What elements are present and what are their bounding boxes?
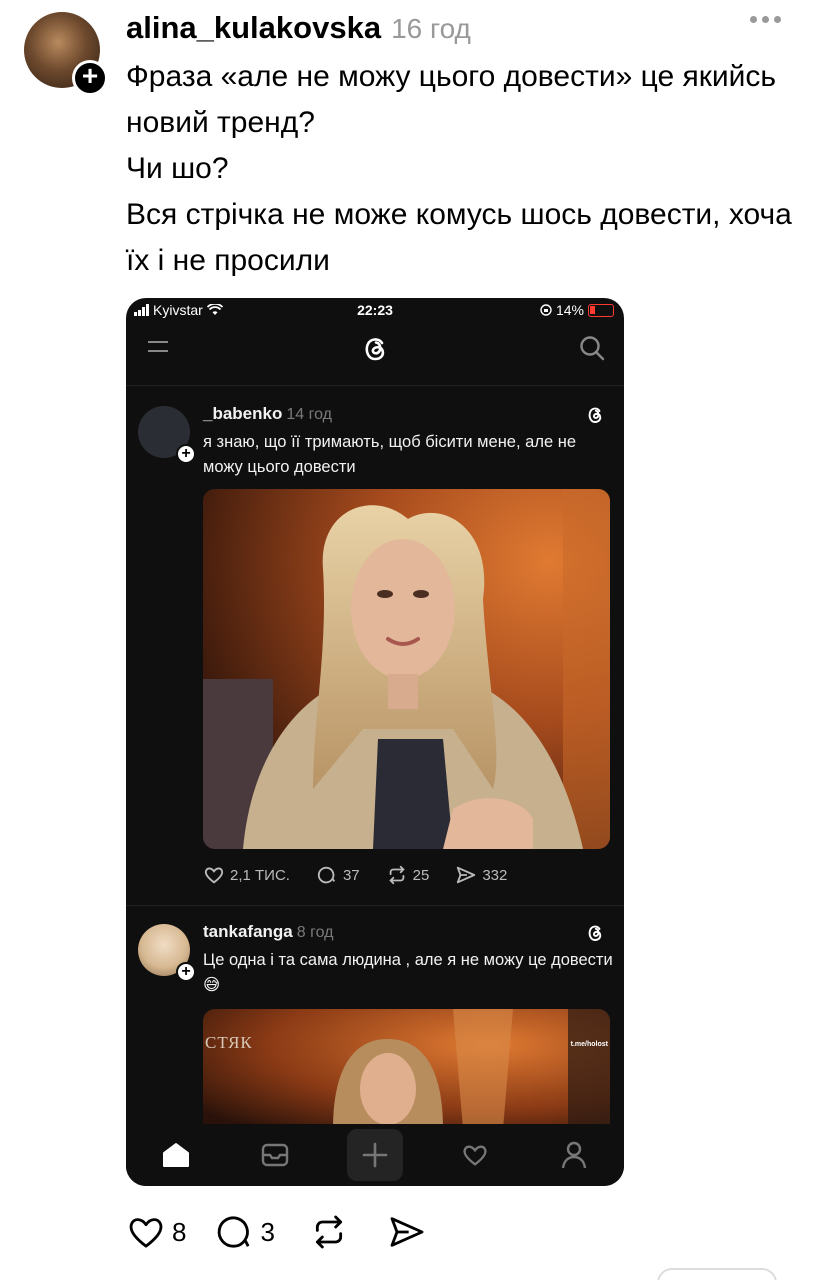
thread-item[interactable]: + _babenko 14 год я знаю, що її тримають,…	[126, 386, 624, 906]
thread-text: я знаю, що її тримають, щоб бісити мене,…	[203, 433, 576, 476]
plus-icon	[362, 1142, 388, 1168]
share-button[interactable]	[387, 1212, 427, 1252]
post-actions: 8 3	[126, 1212, 427, 1252]
repost-icon	[388, 865, 405, 885]
like-count: 8	[172, 1216, 187, 1247]
thread-text: Це одна і та сама людина , але я не можу…	[203, 951, 613, 994]
share-icon	[457, 866, 476, 884]
image-watermark: t.me/holost	[570, 1041, 608, 1048]
reply-count: 3	[260, 1216, 275, 1247]
like-button[interactable]: 8	[126, 1212, 186, 1252]
thread-image[interactable]	[203, 489, 610, 849]
reply-count: 37	[342, 866, 360, 884]
nav-profile[interactable]	[546, 1129, 602, 1181]
share-button[interactable]: 332	[455, 864, 507, 886]
post-paragraph: Вся стрічка не може комусь шось довести,…	[126, 198, 792, 277]
reply-button[interactable]: 37	[316, 864, 360, 886]
reply-icon	[317, 866, 336, 884]
thread-time: 14 год	[286, 406, 332, 423]
thread-item[interactable]: + tankafanga 8 год Це одна і та сама люди…	[126, 908, 624, 1129]
threads-logo-icon	[588, 925, 602, 941]
nav-new-thread[interactable]	[346, 1129, 403, 1181]
reply-button[interactable]: 3	[214, 1212, 275, 1252]
follow-plus-icon[interactable]: +	[72, 60, 108, 96]
repost-button[interactable]: 25	[386, 864, 430, 886]
repost-button[interactable]	[309, 1212, 349, 1252]
image-caption: СТЯК	[205, 1033, 253, 1052]
battery-percent: 14%	[555, 302, 584, 318]
battery-icon	[588, 303, 614, 317]
thread-avatar[interactable]: +	[138, 924, 196, 982]
like-count: 2,1 ТИС.	[230, 866, 290, 884]
status-bar: Kyivstar 22:23 14%	[126, 298, 624, 324]
post-time: 16 год	[391, 13, 471, 44]
thread-username-row: _babenko 14 год	[203, 404, 332, 424]
thread-time: 8 год	[296, 924, 334, 941]
nav-activity[interactable]	[447, 1129, 503, 1181]
post-paragraph: Фраза «але не можу цього довести» це яки…	[126, 60, 776, 139]
thread-actions: 2,1 ТИС. 37 25 332	[203, 864, 507, 886]
reply-icon	[218, 1216, 250, 1248]
search-icon[interactable]	[578, 334, 606, 362]
post-text: Фраза «але не можу цього довести» це яки…	[126, 54, 796, 284]
bottom-pill	[657, 1268, 777, 1280]
share-count: 332	[482, 866, 508, 884]
profile-icon	[561, 1141, 587, 1169]
nav-inbox[interactable]	[247, 1129, 303, 1181]
heart-icon	[204, 867, 224, 884]
repost-count: 25	[412, 866, 430, 884]
like-button[interactable]: 2,1 ТИС.	[203, 864, 290, 886]
post-username[interactable]: alina_kulakovska	[126, 10, 381, 46]
follow-plus-icon[interactable]: +	[176, 444, 196, 464]
thread-avatar[interactable]: +	[138, 406, 196, 464]
attached-screenshot[interactable]: Kyivstar 22:23 14% + _babenko 14 год я зн…	[126, 298, 624, 1186]
bottom-nav	[126, 1124, 624, 1186]
threads-logo-icon[interactable]	[358, 332, 392, 366]
more-options-icon[interactable]	[750, 16, 781, 23]
thread-username-row: tankafanga 8 год	[203, 922, 333, 942]
post-header: alina_kulakovska 16 год	[126, 10, 471, 46]
woman-photo	[203, 489, 610, 849]
post-paragraph: Чи шо?	[126, 152, 229, 185]
thread-image[interactable]: СТЯК t.me/holost	[203, 1009, 610, 1129]
thread-username[interactable]: tankafanga	[203, 922, 293, 941]
author-avatar[interactable]: +	[24, 12, 108, 96]
threads-top-bar	[126, 324, 624, 386]
heart-icon	[129, 1218, 163, 1248]
share-icon	[390, 1217, 424, 1247]
rotation-lock-icon	[540, 304, 552, 316]
follow-plus-icon[interactable]: +	[176, 962, 196, 982]
home-icon	[162, 1143, 189, 1167]
nav-home[interactable]	[148, 1129, 204, 1181]
inbox-icon	[262, 1143, 289, 1167]
thread-username[interactable]: _babenko	[203, 404, 282, 423]
menu-icon[interactable]	[148, 341, 168, 359]
repost-icon	[315, 1215, 343, 1249]
heart-icon	[462, 1145, 487, 1166]
threads-logo-icon	[588, 407, 602, 423]
woman-photo	[203, 1009, 610, 1129]
